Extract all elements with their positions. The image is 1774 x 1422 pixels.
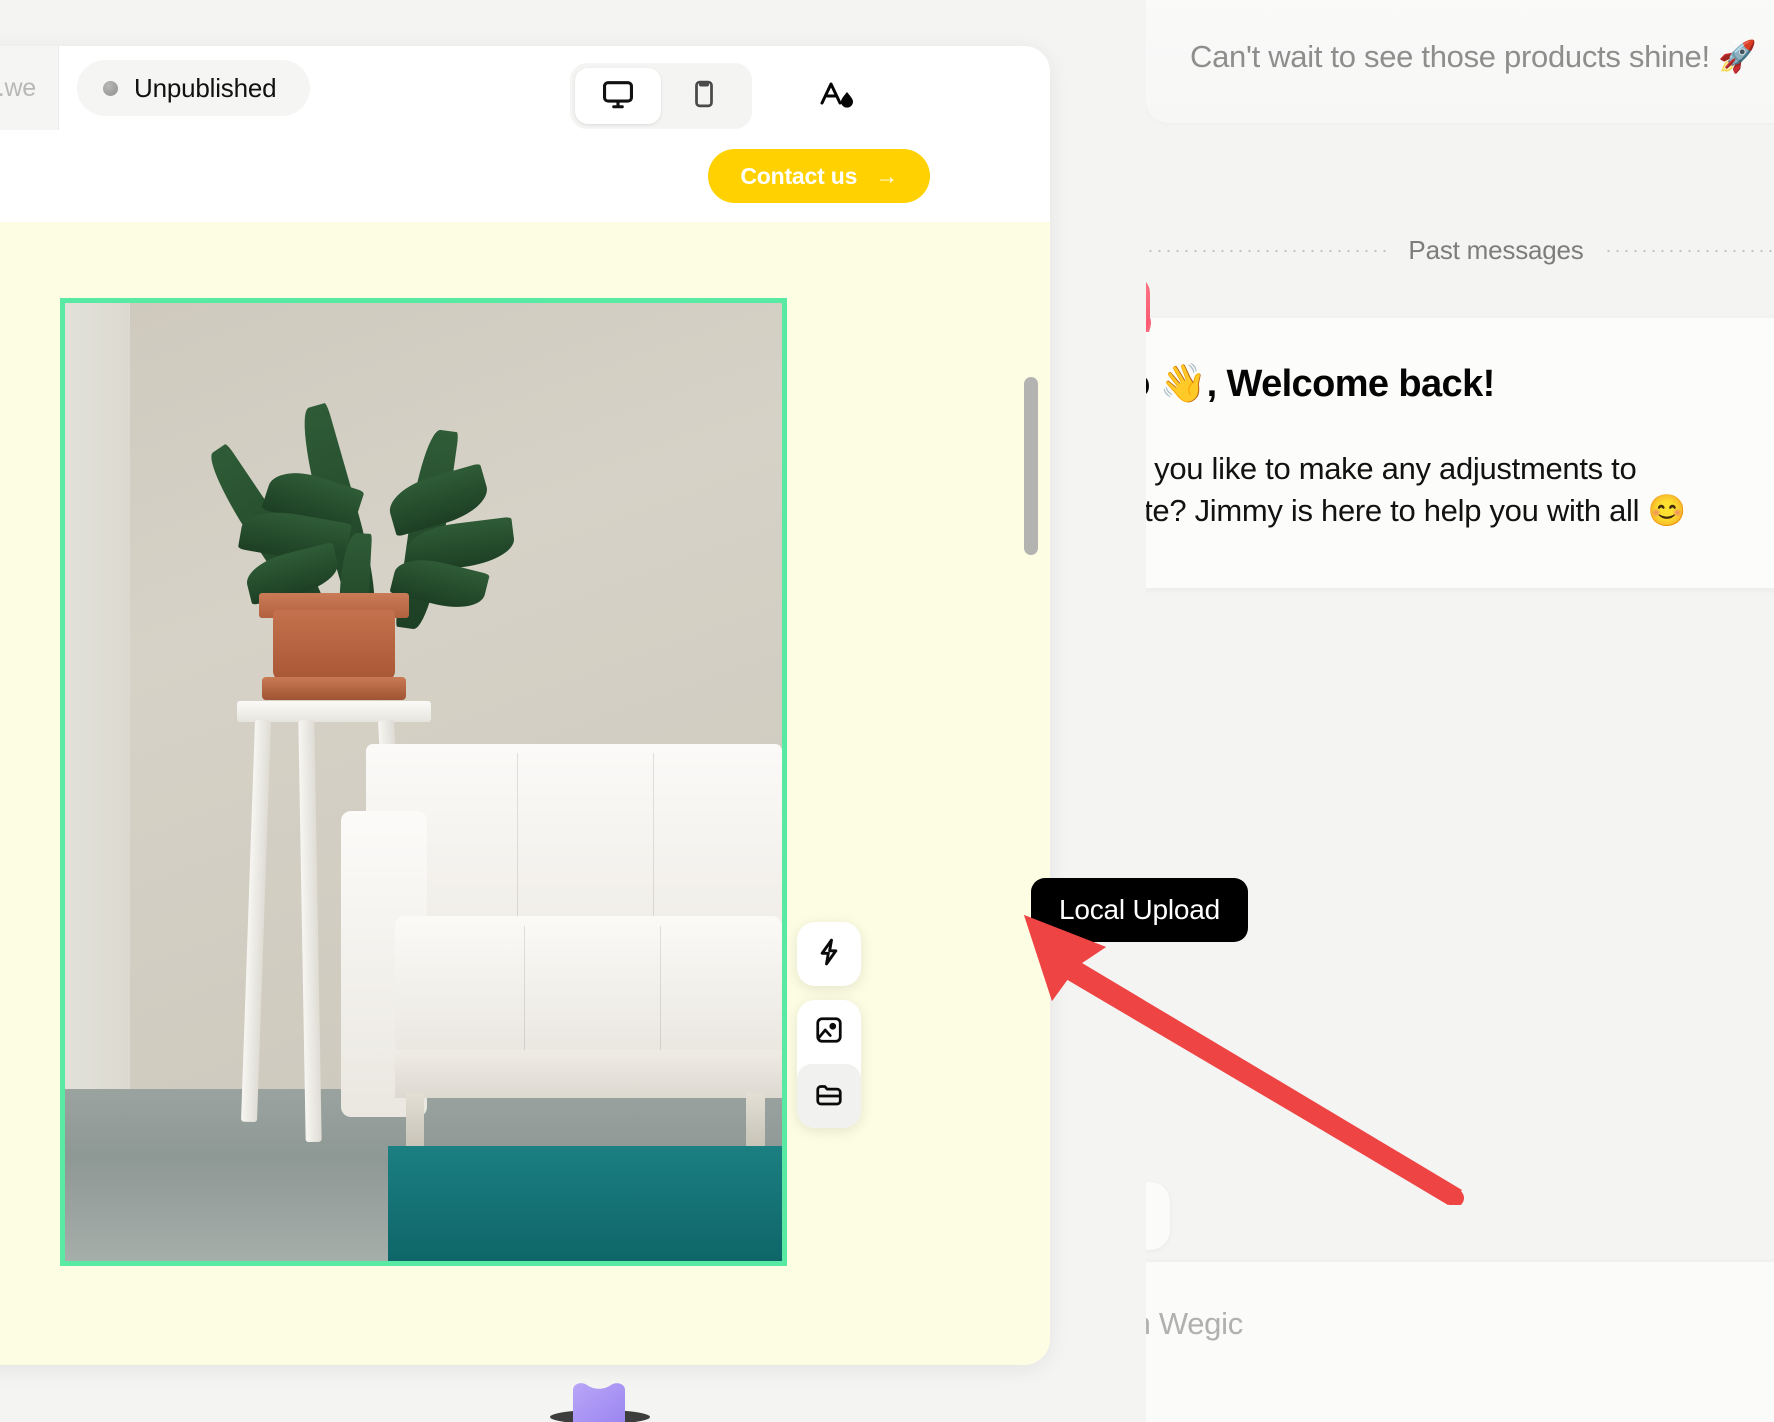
arrow-right-icon: →	[875, 162, 898, 189]
past-messages-label: Past messages	[1408, 235, 1584, 265]
room-photo	[65, 303, 782, 1261]
image-picture-icon	[814, 1015, 844, 1050]
welcome-message-card: Hello 👋, Welcome back! Would you like to…	[1146, 318, 1774, 589]
scrollbar-thumb[interactable]	[1024, 377, 1038, 555]
credits-badge[interactable]: 560	[1146, 1182, 1171, 1250]
purple-mascot-peek-icon	[545, 1377, 655, 1422]
faded-message-line-2: Can't wait to see those products shine! …	[1190, 39, 1757, 74]
publish-status-badge[interactable]: Unpublished	[77, 60, 311, 116]
site-header: Contact us →	[0, 130, 1050, 222]
previous-message-bubble: publishing. Can't wait to see those prod…	[1146, 0, 1774, 123]
past-messages-divider: Past messages	[1146, 235, 1774, 266]
contact-us-label: Contact us	[740, 162, 858, 189]
preview-scrollbar[interactable]	[1024, 377, 1038, 1365]
toolbar-divider	[58, 46, 59, 130]
device-desktop-button[interactable]	[575, 68, 661, 124]
font-color-droplet-icon	[816, 76, 856, 117]
divider-dots-right	[1603, 249, 1774, 252]
ai-magic-button[interactable]	[797, 922, 861, 986]
image-edit-toolbar	[797, 922, 861, 1128]
mobile-phone-icon	[689, 79, 719, 114]
folder-open-icon	[814, 1079, 844, 1114]
device-preview-switch	[570, 63, 752, 129]
welcome-body-text: Would you like to make any adjustments t…	[1146, 451, 1686, 529]
website-editor-panel: -showcase.we Unpublished	[0, 46, 1050, 1365]
wegic-pink-mascot	[1146, 272, 1178, 352]
selected-image-block[interactable]	[60, 298, 787, 1266]
divider-dots-left	[1146, 249, 1389, 252]
status-dot-icon	[103, 80, 118, 96]
replace-image-button[interactable]	[797, 1000, 861, 1064]
site-url-field[interactable]: -showcase.we	[0, 46, 58, 130]
magic-tool-card	[797, 922, 861, 986]
site-preview-viewport: Contact us →	[0, 130, 1050, 1365]
site-url-text: -showcase.we	[0, 73, 36, 102]
image-source-tool-card	[797, 1000, 861, 1128]
wegic-chat-panel: publishing. Can't wait to see those prod…	[1146, 0, 1774, 1422]
local-upload-button[interactable]	[797, 1064, 861, 1128]
device-mobile-button[interactable]	[661, 68, 747, 124]
publish-status-label: Unpublished	[134, 72, 277, 103]
lightning-bolt-icon	[814, 937, 844, 972]
local-upload-tooltip: Local Upload	[1031, 878, 1249, 942]
contact-us-button[interactable]: Contact us →	[708, 149, 930, 203]
theme-color-button[interactable]	[805, 68, 867, 124]
chat-input-box[interactable]: Chat with Wegic	[1146, 1262, 1774, 1422]
welcome-greeting: Hello 👋, Welcome back!	[1146, 363, 1495, 405]
chat-input-placeholder: Chat with Wegic	[1146, 1306, 1243, 1341]
editor-toolbar: -showcase.we Unpublished	[0, 46, 1050, 130]
page-canvas	[0, 222, 1050, 1365]
desktop-monitor-icon	[601, 77, 635, 116]
